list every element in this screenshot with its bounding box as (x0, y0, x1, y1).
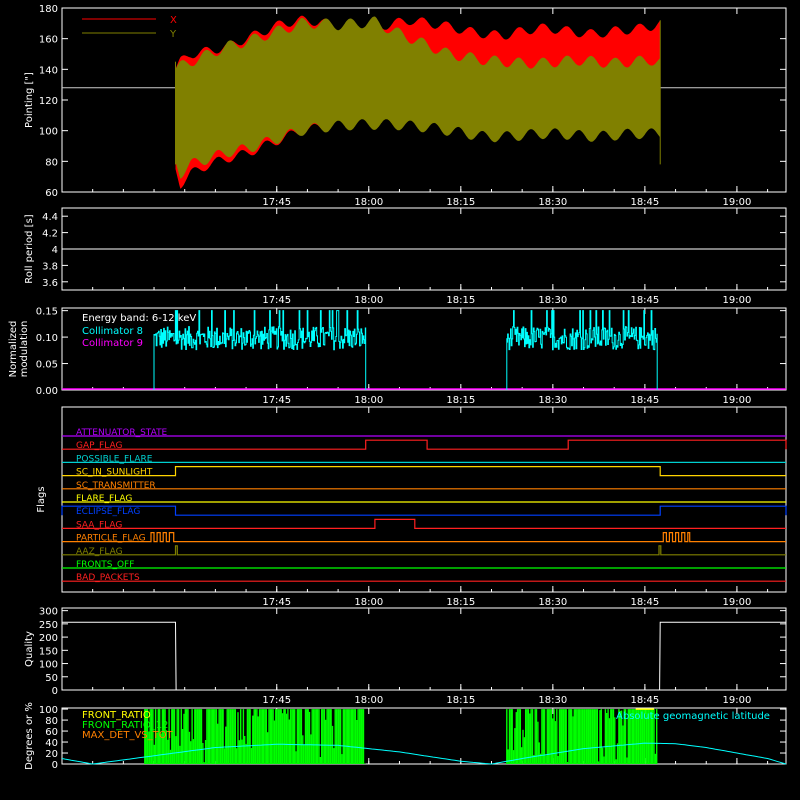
y-tick-label: 4.2 (42, 229, 58, 240)
y-tick-label: 0 (52, 686, 58, 697)
x-tick-label: 18:15 (446, 597, 475, 608)
x-tick-label: 18:15 (446, 695, 475, 706)
x-tick-label: 18:00 (354, 695, 383, 706)
x-tick-label: 19:00 (723, 597, 752, 608)
x-tick-label: 18:30 (538, 197, 567, 208)
flags-panel: 17:45 18:00 18:15 18:30 18:45 19:00FlagsATTEN… (36, 406, 787, 608)
legend-label: MAX_DET_VS_TOT (82, 730, 174, 741)
x-tick-label: 18:30 (538, 295, 567, 306)
flag-trace (62, 466, 786, 477)
y-axis-label: Flags (36, 486, 47, 512)
y-tick-label: 60 (45, 727, 58, 738)
quality-panel: 17:45 18:00 18:15 18:30 18:45 19:00 0 50 100 150 2… (24, 607, 787, 706)
x-tick-label: 17:45 (262, 597, 291, 608)
x-tick-label: 17:45 (262, 295, 291, 306)
y-axis-label: Normalized (8, 321, 19, 378)
y-tick-label: 160 (39, 35, 58, 46)
y-tick-label: 140 (39, 65, 58, 76)
pointing-panel: 17:45 18:00 18:15 18:30 18:45 19:00 60 80 100 120… (24, 4, 787, 208)
y-tick-label: 0.15 (36, 307, 58, 318)
y-axis-label: Roll period [s] (24, 214, 35, 283)
axes-frame (61, 607, 787, 691)
x-tick-label: 18:30 (538, 395, 567, 406)
collimator-8-series (506, 310, 658, 390)
figure: 17:45 18:00 18:15 18:30 18:45 19:006080100120… (8, 4, 787, 771)
modulation-panel: 17:45 18:00 18:15 18:30 18:45 19:00 0.00 0.05 0.… (8, 307, 787, 406)
x-tick-label: 18:00 (354, 395, 383, 406)
x-tick-label: 18:00 (354, 295, 383, 306)
legend-label: Collimator 9 (82, 338, 143, 349)
x-tick-label: 17:45 (262, 197, 291, 208)
y-tick-label: 50 (45, 673, 58, 684)
flag-trace (62, 545, 786, 556)
legend-label: X (170, 15, 177, 26)
axes-frame (61, 406, 787, 593)
y-tick-label: 4.4 (42, 212, 58, 223)
y-axis-label: Pointing ["] (24, 72, 35, 128)
x-tick-label: 18:45 (630, 197, 659, 208)
y-tick-label: 300 (39, 607, 58, 618)
y-axis-label: modulation (19, 321, 30, 378)
latitude-annotation: Absolute geomagnetic latitude (616, 711, 770, 722)
legend-label: Collimator 8 (82, 326, 143, 337)
x-tick-label: 19:00 (723, 695, 752, 706)
y-tick-label: 40 (45, 738, 58, 749)
flag-label: ECLIPSE_FLAG (76, 507, 140, 517)
y-tick-label: 100 (39, 705, 58, 716)
x-tick-label: 18:45 (630, 597, 659, 608)
x-tick-label: 18:15 (446, 395, 475, 406)
x-tick-label: 18:15 (446, 295, 475, 306)
y-tick-label: 150 (39, 646, 58, 657)
x-tick-label: 17:45 (262, 395, 291, 406)
x-tick-label: 19:00 (723, 197, 752, 208)
x-tick-label: 19:00 (723, 295, 752, 306)
energy-band-annotation: Energy band: 6-12 keV (82, 313, 196, 324)
x-tick-label: 18:45 (630, 395, 659, 406)
x-tick-label: 18:15 (446, 197, 475, 208)
flag-trace (62, 518, 786, 529)
x-tick-label: 18:30 (538, 695, 567, 706)
y-tick-label: 200 (39, 633, 58, 644)
x-tick-label: 19:00 (723, 395, 752, 406)
y-tick-label: 0.10 (36, 333, 58, 344)
y-tick-label: 100 (39, 127, 58, 138)
x-tick-label: 18:45 (630, 295, 659, 306)
flag-trace (62, 439, 787, 450)
flag-trace (61, 505, 787, 516)
y-tick-label: 3.6 (42, 278, 58, 289)
degrees-panel: 020406080100Degrees or % FRONT_RATIOFRONT… (24, 702, 787, 771)
y-tick-label: 0.05 (36, 360, 58, 371)
y-tick-label: 80 (45, 716, 58, 727)
y-tick-label: 80 (45, 157, 58, 168)
y-tick-label: 100 (39, 660, 58, 671)
x-tick-label: 17:45 (262, 695, 291, 706)
flag-trace (62, 532, 786, 543)
y-tick-label: 180 (39, 4, 58, 15)
y-tick-label: 60 (45, 188, 58, 199)
y-tick-label: 250 (39, 620, 58, 631)
y-tick-label: 0 (52, 760, 58, 771)
y-tick-label: 0.00 (36, 386, 58, 397)
y-tick-label: 4 (52, 245, 58, 256)
x-tick-label: 18:00 (354, 597, 383, 608)
y-tick-label: 20 (45, 749, 58, 760)
x-tick-label: 18:00 (354, 197, 383, 208)
roll-period-panel: 17:45 18:00 18:15 18:30 18:45 19:00 3.6 3.8 4 4.2… (24, 207, 787, 306)
quality-line (62, 621, 786, 691)
y-axis-label: Quality (24, 631, 35, 667)
x-tick-label: 18:30 (538, 597, 567, 608)
y-axis-label: Degrees or % (24, 702, 35, 770)
y-tick-label: 3.8 (42, 261, 58, 272)
legend-label: Y (169, 29, 177, 40)
y-tick-label: 120 (39, 96, 58, 107)
x-tick-label: 18:45 (630, 695, 659, 706)
